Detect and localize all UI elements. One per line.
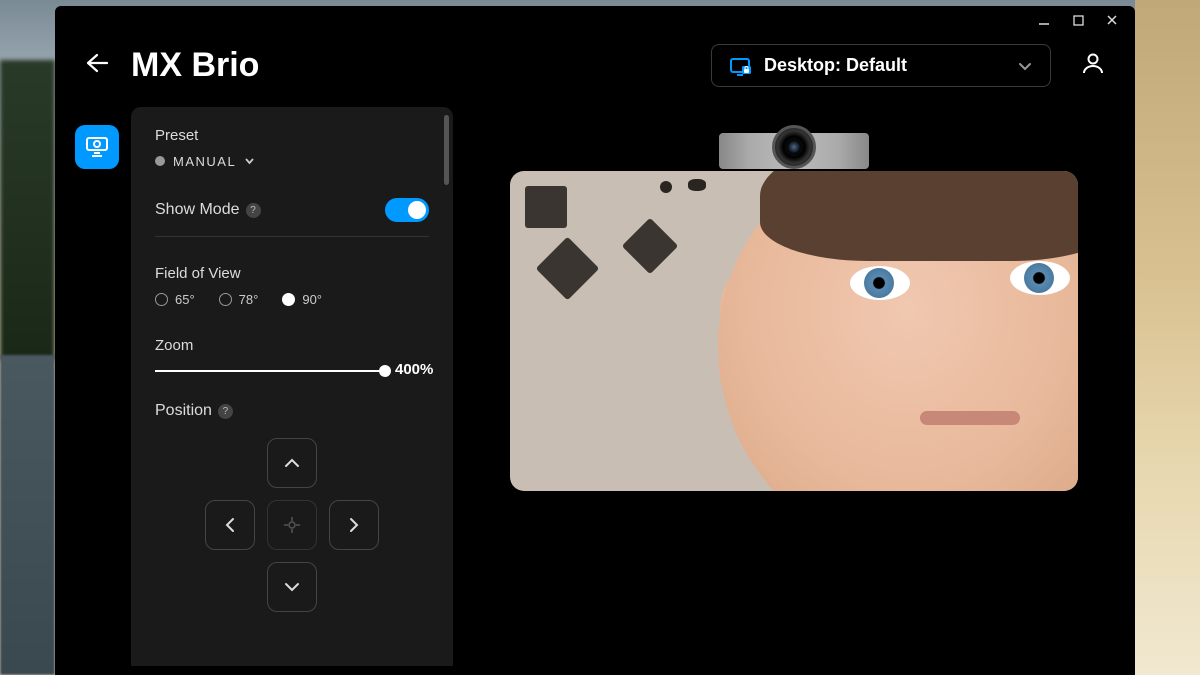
- chevron-down-icon: [1018, 58, 1032, 74]
- radio-icon: [219, 293, 232, 306]
- help-icon[interactable]: ?: [218, 404, 233, 419]
- show-mode-label: Show Mode ?: [155, 201, 261, 219]
- app-window: MX Brio Desktop: Default: [55, 6, 1135, 675]
- help-icon[interactable]: ?: [246, 203, 261, 218]
- position-up-button[interactable]: [267, 438, 317, 488]
- fov-option-90[interactable]: 90°: [282, 292, 322, 307]
- app-header: MX Brio Desktop: Default: [55, 34, 1135, 107]
- window-close-button[interactable]: [1099, 10, 1125, 30]
- fov-option-78[interactable]: 78°: [219, 292, 259, 307]
- toggle-knob: [408, 201, 426, 219]
- show-mode-row: Show Mode ?: [155, 198, 429, 222]
- panel-scrollbar[interactable]: [444, 115, 449, 185]
- desktop-background-right: [1135, 0, 1200, 675]
- position-label: Position ?: [155, 402, 429, 420]
- slider-thumb[interactable]: [379, 365, 391, 377]
- preset-dot-icon: [155, 156, 165, 166]
- window-maximize-button[interactable]: [1065, 10, 1091, 30]
- settings-panel: Preset MANUAL Show Mode ? Field of View: [131, 107, 453, 666]
- chevron-down-icon: [244, 152, 255, 170]
- position-center-button[interactable]: [267, 500, 317, 550]
- side-dock: [75, 107, 123, 666]
- zoom-label: Zoom: [155, 337, 429, 354]
- zoom-value: 400%: [395, 361, 433, 378]
- position-down-button[interactable]: [267, 562, 317, 612]
- position-right-button[interactable]: [329, 500, 379, 550]
- fov-option-65[interactable]: 65°: [155, 292, 195, 307]
- divider: [155, 236, 429, 237]
- window-titlebar: [55, 6, 1135, 34]
- position-dpad: [155, 438, 429, 612]
- window-minimize-button[interactable]: [1031, 10, 1057, 30]
- preview-area: [453, 107, 1135, 666]
- app-body: Preset MANUAL Show Mode ? Field of View: [55, 107, 1135, 666]
- preset-label: Preset: [155, 127, 429, 144]
- position-left-button[interactable]: [205, 500, 255, 550]
- radio-icon: [155, 293, 168, 306]
- zoom-section: Zoom 400%: [155, 337, 429, 372]
- show-mode-toggle[interactable]: [385, 198, 429, 222]
- webcam-device-graphic: [719, 125, 869, 175]
- monitor-lock-icon: [730, 58, 750, 74]
- back-button[interactable]: [85, 53, 109, 79]
- camera-preview: [510, 171, 1078, 491]
- zoom-slider[interactable]: 400%: [155, 370, 385, 372]
- page-title: MX Brio: [131, 46, 711, 85]
- fov-label: Field of View: [155, 265, 429, 282]
- profile-label: Desktop: Default: [764, 55, 1004, 76]
- radio-selected-icon: [282, 293, 295, 306]
- desktop-background-water: [0, 355, 55, 675]
- camera-device-button[interactable]: [75, 125, 119, 169]
- preset-value: MANUAL: [173, 154, 236, 169]
- preset-selector[interactable]: MANUAL: [155, 152, 429, 170]
- desktop-background-trees: [0, 60, 55, 360]
- fov-options: 65° 78° 90°: [155, 292, 429, 307]
- account-button[interactable]: [1081, 51, 1105, 80]
- profile-selector[interactable]: Desktop: Default: [711, 44, 1051, 87]
